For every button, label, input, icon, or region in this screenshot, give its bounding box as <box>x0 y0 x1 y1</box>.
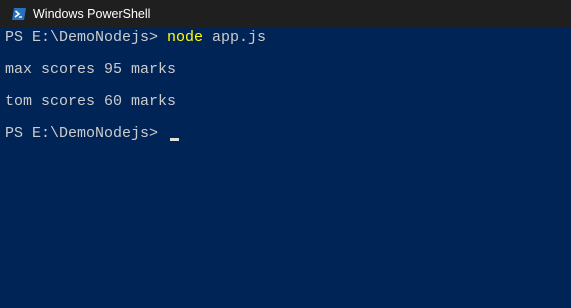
prompt-text: PS E:\DemoNodejs> <box>5 29 168 46</box>
window-title: Windows PowerShell <box>33 7 151 21</box>
output-text: max scores 95 marks <box>5 61 177 78</box>
console-line-command: PS E:\DemoNodejs> node app.js <box>5 29 266 47</box>
powershell-window: Windows PowerShell PS E:\DemoNodejs> nod… <box>0 0 571 308</box>
command-args: app.js <box>203 29 267 46</box>
output-text: tom scores 60 marks <box>5 93 177 110</box>
console-area[interactable]: PS E:\DemoNodejs> node app.js max scores… <box>0 28 571 308</box>
title-bar[interactable]: Windows PowerShell <box>0 0 571 28</box>
console-output-line: tom scores 60 marks <box>5 93 176 111</box>
command-text: node <box>167 29 204 46</box>
prompt-text: PS E:\DemoNodejs> <box>5 125 168 142</box>
console-output-line: max scores 95 marks <box>5 61 176 79</box>
text-cursor <box>170 138 180 141</box>
console-line-prompt: PS E:\DemoNodejs> <box>5 125 180 143</box>
powershell-icon <box>12 8 26 20</box>
